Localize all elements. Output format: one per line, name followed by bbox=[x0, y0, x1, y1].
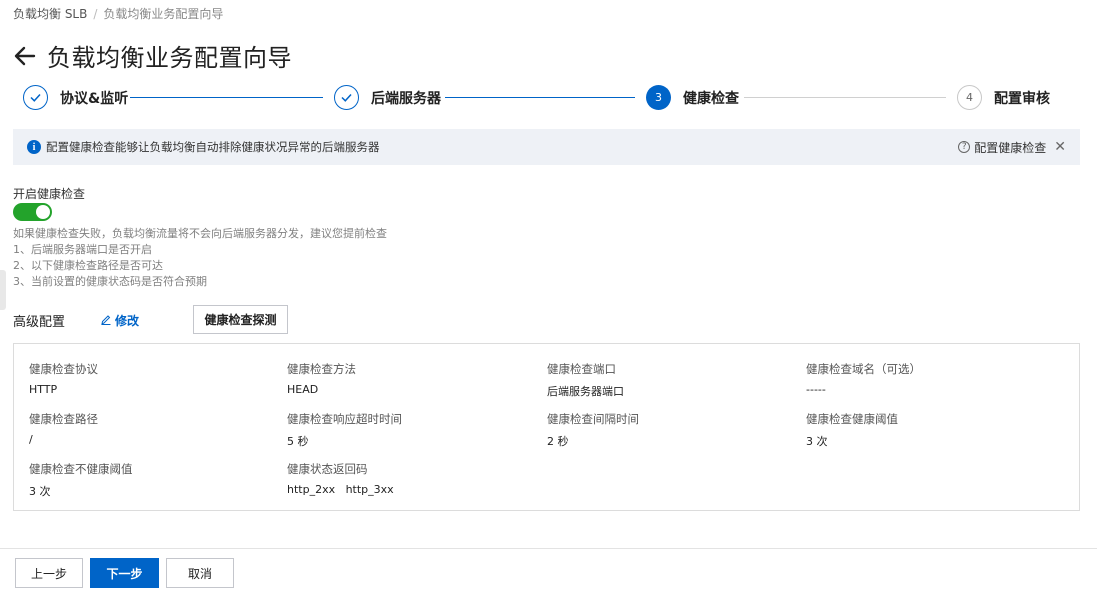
breadcrumb-current: 负载均衡业务配置向导 bbox=[103, 7, 224, 21]
config-label: 健康检查路径 bbox=[29, 412, 98, 426]
config-domain: 健康检查域名（可选） ----- bbox=[806, 361, 921, 396]
config-value: http_2xx http_3xx bbox=[287, 483, 394, 496]
step-number: 3 bbox=[646, 85, 671, 110]
advanced-config-title: 高级配置 bbox=[13, 315, 66, 330]
breadcrumb-root[interactable]: 负载均衡 SLB bbox=[13, 5, 87, 22]
hint-line: 3、当前设置的健康状态码是否符合预期 bbox=[13, 275, 207, 288]
edit-label: 修改 bbox=[115, 314, 140, 328]
breadcrumb: 负载均衡 SLB / 负载均衡业务配置向导 bbox=[13, 5, 223, 22]
hint-line: 2、以下健康检查路径是否可达 bbox=[13, 259, 163, 272]
config-value: HEAD bbox=[287, 383, 319, 396]
config-value: ----- bbox=[806, 383, 826, 396]
config-unhealthy-threshold: 健康检查不健康阈值 3 次 bbox=[29, 461, 133, 499]
config-label: 健康检查协议 bbox=[29, 362, 98, 376]
config-label: 健康检查健康阈值 bbox=[806, 412, 898, 426]
question-icon: ? bbox=[958, 141, 971, 153]
config-value: 5 秒 bbox=[287, 435, 309, 448]
close-icon[interactable]: ✕ bbox=[1054, 139, 1066, 155]
config-timeout: 健康检查响应超时时间 5 秒 bbox=[287, 411, 402, 449]
help-link[interactable]: ? 配置健康检查 ✕ bbox=[958, 139, 1066, 156]
config-label: 健康检查间隔时间 bbox=[547, 412, 639, 426]
config-protocol: 健康检查协议 HTTP bbox=[29, 361, 98, 396]
wizard-steps: 协议&监听 后端服务器 3 健康检查 4 配置审核 bbox=[23, 85, 1053, 111]
toggle-knob bbox=[36, 205, 50, 219]
health-check-probe-button[interactable]: 健康检查探测 bbox=[193, 305, 288, 334]
config-label: 健康检查响应超时时间 bbox=[287, 412, 402, 426]
step-label: 配置审核 bbox=[994, 90, 1050, 107]
step-number: 4 bbox=[957, 85, 982, 110]
config-value: / bbox=[29, 433, 33, 446]
check-icon bbox=[23, 85, 48, 110]
step-protocol-listener: 协议&监听 bbox=[23, 85, 128, 110]
config-value: 3 次 bbox=[29, 485, 51, 498]
config-healthy-threshold: 健康检查健康阈值 3 次 bbox=[806, 411, 898, 449]
page-header: 负载均衡业务配置向导 bbox=[13, 38, 292, 73]
step-label: 健康检查 bbox=[683, 90, 739, 107]
step-label: 协议&监听 bbox=[60, 90, 129, 107]
step-connector bbox=[744, 97, 946, 98]
config-value: 3 次 bbox=[806, 435, 828, 448]
config-port: 健康检查端口 后端服务器端口 bbox=[547, 361, 624, 399]
info-banner: i 配置健康检查能够让负载均衡自动排除健康状况异常的后端服务器 ? 配置健康检查… bbox=[13, 129, 1080, 165]
hint-line: 如果健康检查失败，负载均衡流量将不会向后端服务器分发，建议您提前检查 bbox=[13, 227, 387, 240]
config-label: 健康检查端口 bbox=[547, 362, 616, 376]
health-check-hints: 如果健康检查失败，负载均衡流量将不会向后端服务器分发，建议您提前检查 1、后端服… bbox=[13, 226, 387, 290]
info-icon: i bbox=[27, 140, 41, 154]
edit-button[interactable]: 修改 bbox=[101, 312, 139, 329]
step-backend-servers: 后端服务器 bbox=[334, 85, 441, 110]
config-interval: 健康检查间隔时间 2 秒 bbox=[547, 411, 639, 449]
step-connector bbox=[445, 97, 635, 98]
hint-line: 1、后端服务器端口是否开启 bbox=[13, 243, 152, 256]
arrow-left-icon[interactable] bbox=[13, 44, 37, 68]
side-collapse-handle[interactable] bbox=[0, 270, 6, 310]
config-value: 2 秒 bbox=[547, 435, 569, 448]
info-text: 配置健康检查能够让负载均衡自动排除健康状况异常的后端服务器 bbox=[46, 140, 380, 154]
step-review: 4 配置审核 bbox=[957, 85, 1050, 110]
footer-bar: 上一步 下一步 取消 bbox=[0, 548, 1097, 591]
health-check-label: 开启健康检查 bbox=[13, 187, 86, 201]
check-icon bbox=[334, 85, 359, 110]
config-status-codes: 健康状态返回码 http_2xx http_3xx bbox=[287, 461, 394, 496]
help-link-label[interactable]: 配置健康检查 bbox=[974, 139, 1046, 156]
config-path: 健康检查路径 / bbox=[29, 411, 98, 446]
config-method: 健康检查方法 HEAD bbox=[287, 361, 356, 396]
breadcrumb-separator: / bbox=[93, 6, 98, 21]
prev-step-button[interactable]: 上一步 bbox=[15, 558, 83, 588]
page-title: 负载均衡业务配置向导 bbox=[47, 44, 292, 72]
health-check-config-panel: 健康检查协议 HTTP 健康检查方法 HEAD 健康检查端口 后端服务器端口 健… bbox=[13, 343, 1080, 511]
config-label: 健康检查不健康阈值 bbox=[29, 462, 133, 476]
step-label: 后端服务器 bbox=[371, 90, 441, 107]
config-value: HTTP bbox=[29, 383, 58, 396]
next-step-button[interactable]: 下一步 bbox=[90, 558, 159, 588]
health-check-toggle[interactable] bbox=[13, 203, 52, 221]
config-label: 健康状态返回码 bbox=[287, 462, 368, 476]
pencil-icon bbox=[101, 314, 111, 328]
step-health-check: 3 健康检查 bbox=[646, 85, 739, 110]
step-connector bbox=[130, 97, 323, 98]
cancel-button[interactable]: 取消 bbox=[166, 558, 234, 588]
config-label: 健康检查域名（可选） bbox=[806, 362, 921, 376]
config-value: 后端服务器端口 bbox=[547, 385, 624, 398]
config-label: 健康检查方法 bbox=[287, 362, 356, 376]
